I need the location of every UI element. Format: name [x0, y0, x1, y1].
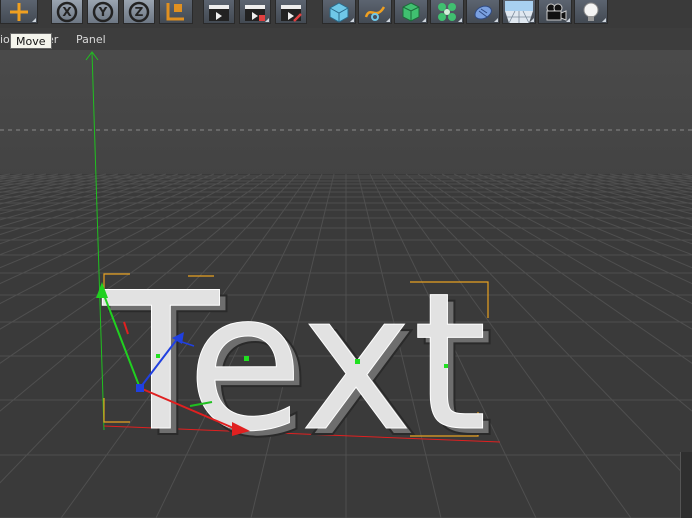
move-tool-button[interactable] [0, 0, 38, 24]
subdivision-surface-button[interactable] [394, 0, 428, 24]
submenu-corner-icon [602, 18, 606, 22]
y-axis-lock-icon: Y [92, 1, 114, 22]
camera-icon [546, 3, 567, 21]
render-view-button[interactable] [203, 0, 235, 24]
move-icon [10, 2, 28, 21]
pivot-point [355, 359, 360, 364]
floor-button[interactable] [502, 0, 536, 24]
cube-object-button[interactable] [322, 0, 356, 24]
viewport-menu-bar: io er Panel [0, 28, 692, 72]
edit-render-settings-button[interactable] [275, 0, 307, 24]
menu-item-option[interactable]: io [0, 33, 10, 46]
y-axis-lock-button[interactable]: Y [87, 0, 119, 24]
submenu-corner-icon [350, 18, 354, 22]
deformer-icon [474, 5, 492, 20]
pivot-point [244, 356, 249, 361]
submenu-corner-icon [265, 18, 269, 22]
render-picture-viewer-icon [245, 4, 265, 21]
coordinate-system-icon [166, 2, 184, 20]
viewport-sky [0, 50, 692, 178]
main-toolbar: X Y Z [0, 0, 692, 28]
side-panel-edge[interactable] [680, 452, 692, 518]
submenu-corner-icon [458, 18, 462, 22]
deformer-button[interactable] [466, 0, 500, 24]
spline-pen-icon [364, 5, 386, 21]
light-button[interactable] [574, 0, 608, 24]
camera-button[interactable] [538, 0, 572, 24]
render-picture-viewer-button[interactable] [239, 0, 271, 24]
cube-icon [329, 1, 349, 23]
cloner-button[interactable] [430, 0, 464, 24]
submenu-corner-icon [386, 18, 390, 22]
tooltip: Move [10, 33, 52, 49]
3d-viewport[interactable]: Text Text [0, 50, 692, 518]
x-axis-lock-button[interactable]: X [51, 0, 83, 24]
x-axis-label: X [62, 5, 72, 19]
submenu-corner-icon [566, 18, 570, 22]
pivot-point [156, 354, 160, 358]
z-axis-lock-icon: Z [128, 1, 150, 22]
submenu-corner-icon [32, 18, 36, 22]
floor-icon [505, 0, 533, 23]
menu-item-panel[interactable]: Panel [76, 33, 106, 46]
render-view-icon [209, 4, 229, 21]
pivot-point [444, 364, 448, 368]
edit-render-settings-icon [281, 4, 302, 22]
z-axis-lock-button[interactable]: Z [123, 0, 155, 24]
light-icon [583, 2, 599, 21]
x-axis-lock-icon: X [56, 1, 78, 22]
coordinate-system-button[interactable] [159, 0, 193, 24]
y-axis-label: Y [98, 5, 108, 19]
gizmo-center-handle[interactable] [136, 384, 144, 392]
submenu-corner-icon [494, 18, 498, 22]
cloner-icon [438, 2, 456, 21]
spline-pen-button[interactable] [358, 0, 392, 24]
text-object[interactable]: Text Text [101, 252, 495, 481]
subdivision-surface-icon [402, 1, 420, 22]
z-axis-label: Z [135, 5, 144, 19]
submenu-corner-icon [530, 18, 534, 22]
submenu-corner-icon [422, 18, 426, 22]
